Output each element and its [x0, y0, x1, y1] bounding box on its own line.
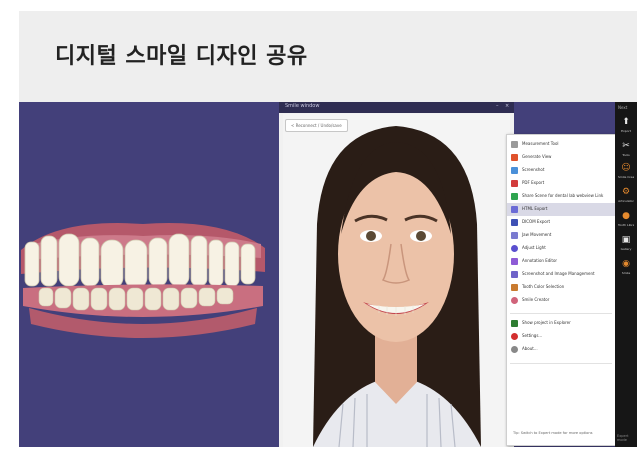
dental-3d-model[interactable]	[19, 210, 267, 350]
toolbar-button-label: Smile Creator	[618, 175, 634, 179]
color-icon	[511, 284, 518, 291]
toolbar-button-label: Tools	[622, 153, 630, 157]
share-icon	[511, 193, 518, 200]
menu-separator	[510, 313, 612, 314]
menu-item-label: Adjust Light	[522, 245, 546, 250]
menu-item-html-export[interactable]: HTML Export	[507, 203, 615, 216]
smile-creator-icon: ☺	[621, 163, 631, 173]
right-toolbar: Next ⬆ Export ✂ Tools ☺ Smile Creator ⚙ …	[615, 102, 637, 447]
menu-item-screenshot[interactable]: Screenshot	[507, 164, 615, 177]
menu-item-label: Share Scene for dental lab webview Link	[522, 193, 604, 198]
dicom-icon	[511, 219, 518, 226]
menu-item-image-management[interactable]: Screenshot and Image Management	[507, 268, 615, 281]
menu-item-label: About...	[522, 346, 538, 351]
menu-item-pdf-export[interactable]: PDF Export	[507, 177, 615, 190]
context-menu: Measurement Tool Generate View Screensho…	[506, 134, 616, 446]
light-icon	[511, 245, 518, 252]
close-icon[interactable]: ×	[505, 103, 509, 109]
toolbar-smile-button[interactable]: ◉ Smile	[618, 258, 634, 278]
menu-item-label: Screenshot	[522, 167, 545, 172]
menu-item-about[interactable]: About...	[507, 343, 615, 356]
info-icon	[511, 346, 518, 353]
toolbar-gallery-button[interactable]: ▣ Gallery	[618, 234, 634, 254]
menu-item-label: DICOM Export	[522, 219, 551, 224]
html-icon	[511, 206, 518, 213]
image-icon	[511, 271, 518, 278]
toolbar-button-label: Smile	[621, 271, 631, 275]
toolbar-tools-button[interactable]: ✂ Tools	[618, 140, 634, 160]
app-screenshot: Smile window – × < Reconnect / Undo/save…	[19, 102, 637, 447]
toolbar-tooth-library-button[interactable]: ● Tooth Library	[618, 210, 634, 230]
menu-item-settings[interactable]: Settings...	[507, 330, 615, 343]
ruler-icon	[511, 141, 518, 148]
menu-item-label: Screenshot and Image Management	[522, 271, 595, 276]
toolbar-articulator-button[interactable]: ⚙ Articulator	[618, 186, 634, 206]
menu-item-measurement-tool[interactable]: Measurement Tool	[507, 138, 615, 151]
menu-item-jaw-movement[interactable]: Jaw Movement	[507, 229, 615, 242]
menu-item-dicom-export[interactable]: DICOM Export	[507, 216, 615, 229]
toolbar-next-label[interactable]: Next	[618, 105, 627, 110]
menu-item-label: Generate View	[522, 154, 552, 159]
menu-item-label: Show project in Explorer	[522, 320, 571, 325]
page-title: 디지털 스마일 디자인 공유	[55, 44, 308, 69]
annotation-icon	[511, 258, 518, 265]
menu-item-show-in-explorer[interactable]: Show project in Explorer	[507, 317, 615, 330]
menu-item-generate-view[interactable]: Generate View	[507, 151, 615, 164]
pdf-icon	[511, 180, 518, 187]
back-button[interactable]: < Reconnect / Undo/save	[285, 119, 348, 132]
toolbar-button-label: Gallery	[620, 247, 632, 251]
toolbar-smile-creator-button[interactable]: ☺ Smile Creator	[618, 162, 634, 182]
gallery-icon: ▣	[621, 235, 631, 245]
minimize-icon[interactable]: –	[496, 103, 499, 109]
tooth-icon	[511, 154, 518, 161]
toolbar-button-label: Articulator	[618, 199, 634, 203]
jaw-icon	[511, 232, 518, 239]
tools-icon: ✂	[622, 141, 630, 151]
expert-mode-label[interactable]: Expert mode	[617, 434, 637, 442]
menu-item-label: PDF Export	[522, 180, 545, 185]
menu-footer-tip: Tip: Switch to Expert mode for more opti…	[513, 431, 593, 435]
smile-design-icon: ◉	[622, 259, 630, 269]
menu-item-smile-creator[interactable]: Smile Creator	[507, 294, 615, 307]
export-icon: ⬆	[622, 117, 630, 127]
smile-window: Smile window – × < Reconnect / Undo/save	[279, 102, 514, 447]
menu-item-annotation-editor[interactable]: Annotation Editor	[507, 255, 615, 268]
menu-separator	[510, 363, 612, 364]
smile-icon	[511, 297, 518, 304]
menu-item-share-scene[interactable]: Share Scene for dental lab webview Link	[507, 190, 615, 203]
menu-item-label: Settings...	[522, 333, 543, 338]
camera-icon	[511, 167, 518, 174]
toolbar-button-label: Export	[621, 129, 631, 133]
toolbar-button-label: Tooth Library	[618, 223, 634, 227]
menu-item-label: Smile Creator	[522, 297, 550, 302]
tooth-library-icon: ●	[622, 211, 630, 221]
menu-item-label: Measurement Tool	[522, 141, 559, 146]
menu-item-label: Annotation Editor	[522, 258, 558, 263]
menu-item-label: Jaw Movement	[522, 232, 552, 237]
menu-item-label: Tooth Color Selection	[522, 284, 565, 289]
menu-item-adjust-light[interactable]: Adjust Light	[507, 242, 615, 255]
smile-window-titlebar: Smile window – ×	[279, 102, 514, 113]
menu-item-label: HTML Export	[522, 206, 548, 211]
patient-portrait	[283, 114, 510, 447]
gear-icon	[511, 333, 518, 340]
smile-window-title: Smile window	[285, 103, 320, 109]
menu-item-tooth-color[interactable]: Tooth Color Selection	[507, 281, 615, 294]
toolbar-export-button[interactable]: ⬆ Export	[618, 116, 634, 136]
folder-icon	[511, 320, 518, 327]
articulator-icon: ⚙	[621, 187, 631, 197]
